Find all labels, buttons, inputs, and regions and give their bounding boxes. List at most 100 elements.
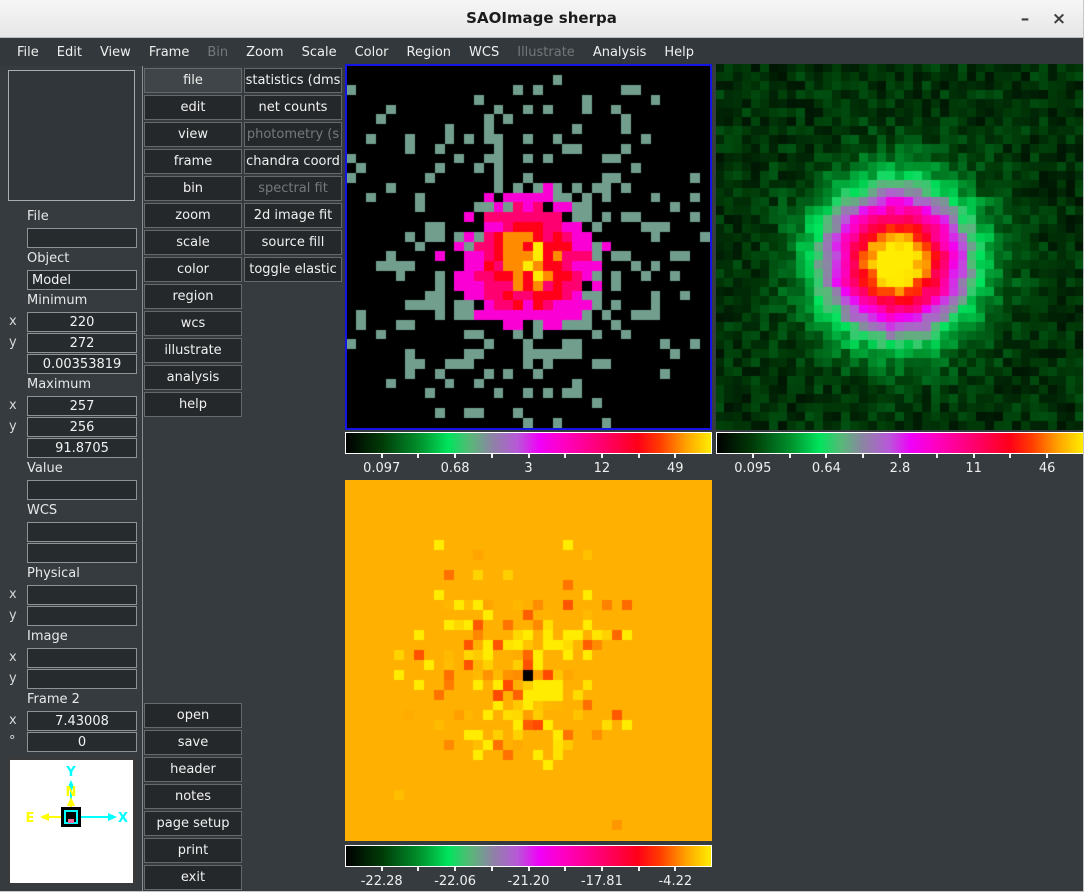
- button-edit[interactable]: edit: [144, 95, 242, 120]
- cb3-tick-label: -17.81: [581, 874, 623, 889]
- min-x-field[interactable]: [27, 312, 137, 332]
- button-header[interactable]: header: [144, 757, 242, 782]
- max-y-prefix: y: [9, 419, 17, 434]
- button-bin[interactable]: bin: [144, 176, 242, 201]
- max-value-field[interactable]: [27, 438, 137, 458]
- button-region[interactable]: region: [144, 284, 242, 309]
- colorbar-frame-2[interactable]: [716, 432, 1084, 454]
- colorbar-3-ticks: [345, 867, 712, 872]
- frame-2-model-image[interactable]: [716, 64, 1084, 430]
- image-y-field[interactable]: [27, 669, 137, 689]
- compass-y-label: Y: [65, 765, 76, 780]
- button-zoom[interactable]: zoom: [144, 203, 242, 228]
- minimize-icon[interactable]: –: [1013, 7, 1037, 31]
- colorbar-2-ticks: [716, 454, 1084, 459]
- menu-frame[interactable]: Frame: [140, 45, 199, 60]
- wcs-label: WCS: [27, 504, 142, 518]
- cb3-tick-label: -22.06: [434, 874, 476, 889]
- image-y-prefix: y: [9, 671, 17, 686]
- physical-y-field[interactable]: [27, 606, 137, 626]
- max-x-field[interactable]: [27, 396, 137, 416]
- menu-bin: Bin: [198, 45, 237, 60]
- button-statistics[interactable]: statistics (dms: [244, 68, 342, 93]
- frame2-angle-field[interactable]: [27, 732, 137, 752]
- menu-help[interactable]: Help: [655, 45, 703, 60]
- cb3-tick-label: -4.22: [658, 874, 692, 889]
- magnifier-compass-panel: Y N X E: [8, 758, 135, 885]
- panel-divider: [142, 66, 143, 892]
- cb2-tick-label: 2.8: [890, 461, 911, 476]
- min-x-prefix: x: [9, 314, 17, 329]
- value-field[interactable]: [27, 480, 137, 500]
- title-bar: SAOImage sherpa – ×: [0, 0, 1083, 38]
- button-analysis[interactable]: analysis: [144, 365, 242, 390]
- button-open[interactable]: open: [144, 703, 242, 728]
- button-frame[interactable]: frame: [144, 149, 242, 174]
- menu-zoom[interactable]: Zoom: [237, 45, 292, 60]
- object-field[interactable]: [27, 270, 137, 290]
- cb1-tick-label: 0.097: [363, 461, 400, 476]
- button-wcs[interactable]: wcs: [144, 311, 242, 336]
- file-field[interactable]: [27, 228, 137, 248]
- button-notes[interactable]: notes: [144, 784, 242, 809]
- frame2-x-field[interactable]: [27, 711, 137, 731]
- wcs-field-2[interactable]: [27, 543, 137, 563]
- window-title: SAOImage sherpa: [0, 9, 1083, 27]
- frame-1-data-image[interactable]: [345, 64, 712, 430]
- menu-illustrate: Illustrate: [508, 45, 584, 60]
- button-save[interactable]: save: [144, 730, 242, 755]
- image-x-field[interactable]: [27, 648, 137, 668]
- physical-label: Physical: [27, 567, 142, 581]
- physical-x-prefix: x: [9, 587, 17, 602]
- colorbar-1-labels: 0.097 0.68 3 12 49: [345, 461, 712, 479]
- cb2-tick-label: 46: [1039, 461, 1056, 476]
- min-value-field[interactable]: [27, 354, 137, 374]
- button-color[interactable]: color: [144, 257, 242, 282]
- button-source-fill[interactable]: source fill: [244, 230, 342, 255]
- menu-color[interactable]: Color: [346, 45, 398, 60]
- value-label: Value: [27, 462, 142, 476]
- menu-analysis[interactable]: Analysis: [584, 45, 656, 60]
- max-y-field[interactable]: [27, 417, 137, 437]
- menu-scale[interactable]: Scale: [293, 45, 346, 60]
- button-toggle-elastic[interactable]: toggle elastic: [244, 257, 342, 282]
- button-print[interactable]: print: [144, 838, 242, 863]
- colorbar-frame-1[interactable]: [345, 432, 712, 454]
- min-y-field[interactable]: [27, 333, 137, 353]
- cb1-tick-label: 0.68: [441, 461, 470, 476]
- menu-edit[interactable]: Edit: [48, 45, 91, 60]
- button-illustrate[interactable]: illustrate: [144, 338, 242, 363]
- frame2-x-prefix: x: [9, 713, 17, 728]
- close-icon[interactable]: ×: [1047, 7, 1071, 31]
- menu-view[interactable]: View: [91, 45, 140, 60]
- wcs-field-1[interactable]: [27, 522, 137, 542]
- button-scale[interactable]: scale: [144, 230, 242, 255]
- physical-x-field[interactable]: [27, 585, 137, 605]
- object-label: Object: [27, 252, 142, 266]
- coordinate-panel: File Object Minimum x y Maximum x y Valu…: [0, 206, 142, 753]
- button-photometry: photometry (s: [244, 122, 342, 147]
- cb1-tick-label: 12: [594, 461, 611, 476]
- menu-file[interactable]: File: [8, 45, 48, 60]
- file-label: File: [27, 210, 142, 224]
- button-chandra-coords[interactable]: chandra coord: [244, 149, 342, 174]
- colorbar-frame-3[interactable]: [345, 845, 712, 867]
- compass-n-label: N: [66, 785, 77, 800]
- button-spectral-fit: spectral fit: [244, 176, 342, 201]
- button-exit[interactable]: exit: [144, 865, 242, 890]
- cb1-tick-label: 49: [667, 461, 684, 476]
- menu-wcs[interactable]: WCS: [460, 45, 508, 60]
- image-x-prefix: x: [9, 650, 17, 665]
- min-y-prefix: y: [9, 335, 17, 350]
- menu-region[interactable]: Region: [398, 45, 461, 60]
- button-view[interactable]: view: [144, 122, 242, 147]
- button-page-setup[interactable]: page setup: [144, 811, 242, 836]
- frame-3-residual-image[interactable]: [345, 480, 712, 841]
- button-2d-image-fit[interactable]: 2d image fit: [244, 203, 342, 228]
- button-file[interactable]: file: [144, 68, 242, 93]
- button-help[interactable]: help: [144, 392, 242, 417]
- cb2-tick-label: 0.64: [812, 461, 841, 476]
- button-net-counts[interactable]: net counts: [244, 95, 342, 120]
- colorbar-3-labels: -22.28 -22.06 -21.20 -17.81 -4.22: [345, 874, 712, 892]
- compass-icon: Y N X E: [10, 760, 133, 883]
